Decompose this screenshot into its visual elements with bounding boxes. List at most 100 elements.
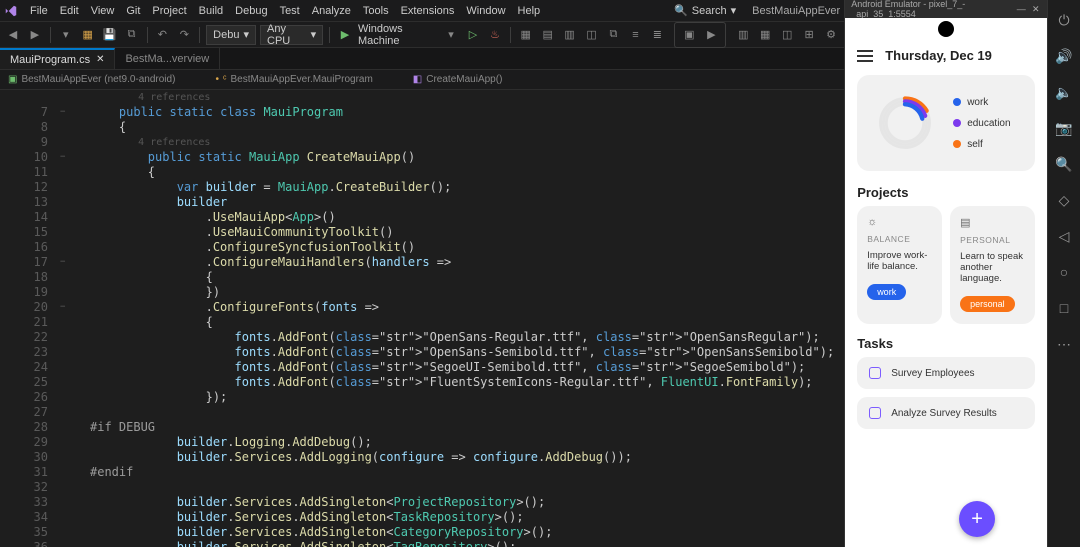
live-preview-group[interactable]: ▣ ▶ (674, 22, 726, 48)
tb-icon-8[interactable]: ▥ (734, 25, 752, 45)
breadcrumb-project[interactable]: ▣ BestMauiAppEver (net9.0-android) (8, 74, 175, 85)
fold-gutter[interactable]: − − − − (60, 90, 90, 547)
tab-1[interactable]: BestMa...verview (115, 48, 220, 69)
menubar: FileEditViewGitProjectBuildDebugTestAnal… (0, 0, 844, 22)
menu-git[interactable]: Git (120, 3, 146, 19)
close-icon[interactable]: ✕ (1031, 4, 1042, 15)
project-card-1[interactable]: ▤PERSONALLearn to speak another language… (950, 206, 1035, 324)
tb-icon-2[interactable]: ▤ (539, 25, 557, 45)
breadcrumb-method[interactable]: ◧ CreateMauiApp() (413, 74, 503, 85)
home-icon[interactable]: ○ (1054, 262, 1074, 282)
tabbar: MauiProgram.cs✕BestMa...verview (0, 48, 844, 70)
menu-analyze[interactable]: Analyze (306, 3, 357, 19)
code-editor[interactable]: 78 9101112131415161718192021222324252627… (0, 90, 844, 547)
tb-icon-12[interactable]: ⚙ (822, 25, 840, 45)
tab-close-icon[interactable]: ✕ (96, 54, 104, 65)
camera-icon[interactable]: 📷 (1054, 118, 1074, 138)
legend-dot-icon (953, 119, 961, 127)
save-all-icon[interactable]: ⧉ (123, 25, 141, 45)
config-dropdown[interactable]: Debu ▾ (206, 25, 256, 45)
tb-icon-4[interactable]: ◫ (583, 25, 601, 45)
project-body: Improve work-life balance. (867, 250, 932, 272)
live-preview-icon-1[interactable]: ▣ (679, 25, 699, 45)
hot-reload-icon[interactable]: ♨ (486, 25, 504, 45)
zoom-icon[interactable]: 🔍 (1054, 154, 1074, 174)
legend-label: work (967, 97, 988, 108)
tb-icon-3[interactable]: ▥ (561, 25, 579, 45)
tb-icon-11[interactable]: ⊞ (800, 25, 818, 45)
task-item-0[interactable]: Survey Employees (857, 357, 1035, 389)
forward-icon[interactable]: ▶ (26, 25, 44, 45)
menu-help[interactable]: Help (512, 3, 547, 19)
menu-view[interactable]: View (85, 3, 121, 19)
overview-icon[interactable]: □ (1054, 298, 1074, 318)
tb-icon-10[interactable]: ◫ (778, 25, 796, 45)
save-icon[interactable]: 💾 (101, 25, 119, 45)
tb-icon-9[interactable]: ▦ (756, 25, 774, 45)
tab-0[interactable]: MauiProgram.cs✕ (0, 48, 115, 69)
debug-target-icon[interactable]: ▷ (464, 25, 482, 45)
donut-chart-card: work education self (857, 75, 1035, 171)
class-icon: ᶜ (223, 74, 227, 85)
back-icon[interactable]: ◁ (1054, 226, 1074, 246)
legend-label: self (967, 139, 983, 150)
search-icon[interactable]: 🔍 (674, 4, 688, 17)
platform-dropdown[interactable]: Any CPU ▾ (260, 25, 323, 45)
csharp-file-icon: ▣ (8, 74, 17, 85)
breadcrumb-class[interactable]: • ᶜ BestMauiAppEver.MauiProgram (215, 74, 372, 85)
legend-dot-icon (953, 140, 961, 148)
back-icon[interactable]: ◀ (4, 25, 22, 45)
menu-build[interactable]: Build (193, 3, 229, 19)
fab-add-button[interactable]: + (959, 501, 995, 537)
volume-up-icon[interactable]: 🔊 (1054, 46, 1074, 66)
minimize-icon[interactable]: — (1016, 4, 1027, 14)
live-preview-icon-2[interactable]: ▶ (701, 25, 721, 45)
undo-icon[interactable]: ↶ (153, 25, 171, 45)
volume-down-icon[interactable]: 🔈 (1054, 82, 1074, 102)
tb-icon-6[interactable]: ≡ (626, 25, 644, 45)
task-checkbox[interactable] (869, 407, 881, 419)
tb-icon-5[interactable]: ⧉ (605, 25, 623, 45)
legend-dot-icon (953, 98, 961, 106)
menu-extensions[interactable]: Extensions (395, 3, 461, 19)
play-icon[interactable]: ▶ (336, 25, 354, 45)
project-head: PERSONAL (960, 235, 1025, 245)
emulator-title: Android Emulator - pixel_7_-_api_35_1:55… (851, 0, 1008, 19)
emulator-titlebar: Android Emulator - pixel_7_-_api_35_1:55… (845, 0, 1047, 18)
menu-debug[interactable]: Debug (229, 3, 273, 19)
open-icon[interactable]: ▦ (79, 25, 97, 45)
task-checkbox[interactable] (869, 367, 881, 379)
vs-logo-icon (4, 4, 18, 18)
menu-project[interactable]: Project (146, 3, 192, 19)
power-icon[interactable]: ⏻ (1054, 10, 1074, 30)
breadcrumb-bar: ▣ BestMauiAppEver (net9.0-android) • ᶜ B… (0, 70, 844, 90)
legend-item-education: education (953, 118, 1010, 129)
redo-icon[interactable]: ↷ (175, 25, 193, 45)
search-chevron-icon[interactable]: ▾ (731, 4, 737, 17)
hamburger-icon[interactable] (857, 50, 873, 62)
legend-item-work: work (953, 97, 1010, 108)
menu-tools[interactable]: Tools (357, 3, 395, 19)
search-label[interactable]: Search (692, 5, 727, 17)
toolbar: ◀ ▶ ▾ ▦ 💾 ⧉ ↶ ↷ Debu ▾ Any CPU ▾ ▶ Windo… (0, 22, 844, 48)
camera-notch (845, 18, 1047, 40)
code-content[interactable]: 4 references public static class MauiPro… (90, 90, 844, 547)
project-badge: work (867, 284, 906, 300)
tb-icon-7[interactable]: ≣ (648, 25, 666, 45)
run-target-chevron-icon[interactable]: ▾ (442, 25, 460, 45)
task-label: Analyze Survey Results (891, 408, 997, 419)
menu-window[interactable]: Window (460, 3, 511, 19)
project-icon: ☼ (867, 216, 932, 228)
rotate-icon[interactable]: ◇ (1054, 190, 1074, 210)
more-icon[interactable]: ⋯ (1054, 334, 1074, 354)
project-card-0[interactable]: ☼BALANCEImprove work-life balance.work (857, 206, 942, 324)
menu-edit[interactable]: Edit (54, 3, 85, 19)
tb-icon-1[interactable]: ▦ (517, 25, 535, 45)
menu-file[interactable]: File (24, 3, 54, 19)
legend-item-self: self (953, 139, 1010, 150)
donut-chart (869, 87, 941, 159)
menu-test[interactable]: Test (274, 3, 306, 19)
new-item-icon[interactable]: ▾ (57, 25, 75, 45)
task-item-1[interactable]: Analyze Survey Results (857, 397, 1035, 429)
run-target[interactable]: Windows Machine (358, 23, 438, 47)
